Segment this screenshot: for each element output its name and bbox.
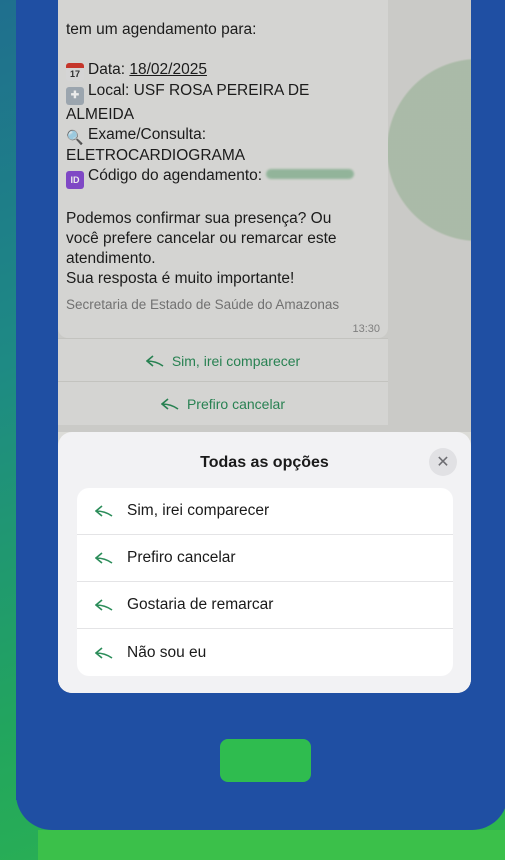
dim-overlay <box>58 0 471 432</box>
option-label: Gostaria de remarcar <box>127 596 274 613</box>
home-button[interactable] <box>220 739 311 782</box>
option-label: Não sou eu <box>127 643 207 661</box>
option-not-me[interactable]: Não sou eu <box>77 629 453 676</box>
phone-frame-edge <box>16 0 58 800</box>
reply-arrow-icon <box>95 599 113 611</box>
options-list: Sim, irei comparecer Prefiro cancelar Go… <box>77 488 453 676</box>
reply-arrow-icon <box>95 505 113 517</box>
close-icon: ✕ <box>436 454 450 471</box>
option-cancel[interactable]: Prefiro cancelar <box>77 535 453 582</box>
options-sheet: Todas as opções ✕ Sim, irei comparecer P… <box>58 432 471 693</box>
option-confirm[interactable]: Sim, irei comparecer <box>77 488 453 535</box>
reply-arrow-icon <box>95 646 113 659</box>
sheet-title: Todas as opções <box>200 454 329 471</box>
option-reschedule[interactable]: Gostaria de remarcar <box>77 582 453 629</box>
close-button[interactable]: ✕ <box>429 448 457 476</box>
reply-arrow-icon <box>95 552 113 564</box>
option-label: Sim, irei comparecer <box>127 502 270 519</box>
option-label: Prefiro cancelar <box>127 549 236 566</box>
phone-bottom-strip <box>38 830 505 860</box>
phone-screen: tem um agendamento para: 17 Data: 18/02/2… <box>58 0 471 693</box>
